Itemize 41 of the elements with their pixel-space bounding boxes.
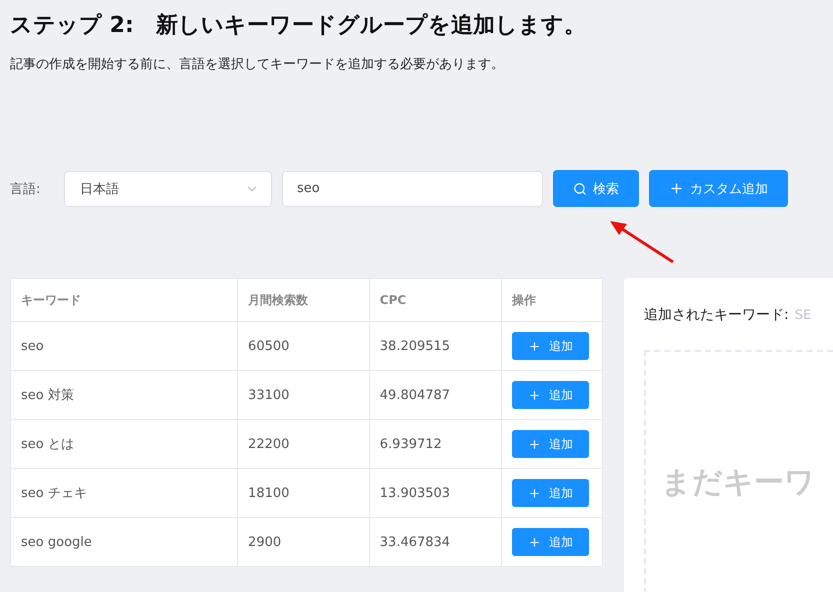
plus-icon (528, 438, 542, 450)
page-heading: ステップ 2: 新しいキーワードグループを追加します。 (10, 12, 587, 40)
plus-icon (528, 536, 542, 548)
volume-cell: 60500 (238, 322, 370, 370)
cpc-cell: 49.804787 (369, 370, 502, 420)
volume-cell: 33100 (238, 370, 370, 420)
add-button[interactable]: 追加 (512, 528, 590, 556)
cpc-cell: 13.903503 (369, 468, 502, 518)
keyword-input[interactable]: seo (282, 170, 543, 206)
volume-cell: 2900 (238, 518, 370, 566)
add-button[interactable]: 追加 (512, 332, 590, 360)
column-header: CPC (369, 278, 502, 322)
plus-icon (528, 486, 542, 500)
arrow-annotation (607, 218, 675, 264)
volume-cell: 22200 (238, 420, 370, 468)
cpc-cell: 6.939712 (369, 420, 502, 468)
panel-title: 追加されたキーワード: (644, 307, 789, 323)
add-button[interactable]: 追加 (512, 381, 590, 409)
search-button[interactable]: 検索 (553, 170, 639, 207)
add-button[interactable]: 追加 (512, 479, 590, 507)
keyword-cell: seo google (10, 518, 238, 566)
custom-add-button[interactable]: カスタム追加 (649, 170, 788, 207)
language-select[interactable]: 日本語 (64, 170, 272, 206)
volume-cell: 18100 (238, 468, 370, 518)
cpc-cell: 38.209515 (369, 322, 502, 370)
keyword-cell: seo チェキ (10, 468, 238, 518)
plus-icon (528, 340, 542, 352)
description-text: 記事の作成を開始する前に、言語を選択してキーワードを追加する必要があります。 (10, 56, 505, 74)
column-header: キーワード (10, 278, 238, 322)
cpc-cell: 33.467834 (369, 518, 502, 566)
keyword-cell: seo とは (10, 420, 238, 468)
language-label: 言語: (10, 180, 42, 198)
panel-subtitle: SE (794, 308, 812, 323)
column-header: 月間検索数 (238, 278, 370, 322)
column-header: 操作 (502, 278, 602, 322)
search-icon (573, 182, 587, 196)
plus-icon (669, 181, 684, 196)
plus-icon (528, 388, 542, 402)
keyword-cell: seo 対策 (10, 370, 238, 420)
add-button[interactable]: 追加 (512, 430, 590, 458)
keyword-cell: seo (10, 322, 238, 370)
